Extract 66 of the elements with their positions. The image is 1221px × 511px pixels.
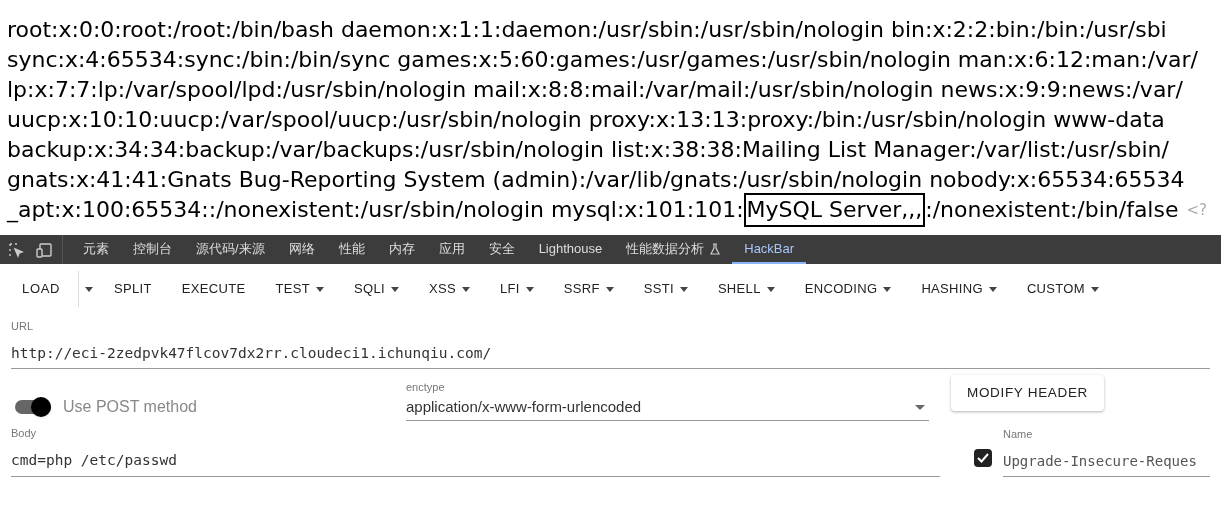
toolbar-menu-button[interactable]: LFI [484, 271, 549, 307]
caret-icon [85, 286, 93, 292]
url-value: http://eci-2zedpvk47flcov7dx2rr.cloudeci1.ichunqiu.com/ [11, 343, 493, 363]
toolbar-button[interactable]: EXECUTE [166, 271, 261, 307]
devtools-tab[interactable]: 内存 [376, 235, 427, 264]
inspect-icon[interactable] [8, 241, 24, 258]
devtools-tab[interactable]: 性能 [326, 235, 377, 264]
caret-icon [988, 286, 997, 292]
toolbar-menu-button[interactable]: CUSTOM [1011, 271, 1114, 307]
toolbar-menu-button[interactable]: ENCODING [789, 271, 907, 307]
toolbar-button[interactable]: SPLIT [99, 271, 167, 307]
caret-icon [390, 286, 399, 292]
caret-icon [605, 286, 614, 292]
device-icon[interactable] [36, 241, 54, 258]
devtools-tab[interactable]: 安全 [476, 235, 527, 264]
devtools-tab[interactable]: 控制台 [121, 235, 184, 264]
devtools-tab[interactable]: 元素 [71, 235, 121, 264]
body-label: Body [11, 426, 38, 442]
passwd-line: uucp:x:10:10:uucp:/var/spool/uucp:/usr/sbin/nologin proxy:x:13:13:proxy:/bin:/usr/sbin/nologin www-data [7, 106, 1165, 134]
devtools-tab[interactable]: Lighthouse [526, 235, 615, 264]
header-name-label: Name [1003, 427, 1034, 442]
devtools-tab[interactable]: 源代码/来源 [184, 235, 277, 264]
passwd-line: sync:x:4:65534:sync:/bin:/bin/sync games:x:5:60:games:/usr/games:/usr/sbin/nologin man:x:6:12:man:/var/ [7, 46, 1198, 74]
enctype-label: enctype [406, 380, 446, 396]
load-button[interactable]: LOAD [4, 271, 78, 307]
devtools-tab[interactable]: 应用 [426, 235, 477, 264]
passwd-line: root:x:0:0:root:/root:/bin/bash daemon:x:1:1:daemon:/usr/sbin:/usr/sbin/nologin bin:x:2:2:bin:/bin:/usr/sbi [7, 16, 1167, 44]
passwd-line: backup:x:34:34:backup:/var/backups:/usr/sbin/nologin list:x:38:38:Mailing List Manager:/var/list:/usr/sbin/ [7, 136, 1169, 164]
toolbar-menu-button[interactable]: SHELL [702, 271, 790, 307]
enctype-select[interactable]: enctype application/x-www-form-urlencoded [406, 379, 929, 422]
passwd-line: lp:x:7:7:lp:/var/spool/lpd:/usr/sbin/nologin mail:x:8:8:mail:/var/mail:/usr/sbin/nologin news:x:9:9:news:/var/ [7, 76, 1183, 104]
caret-icon [525, 286, 534, 292]
passwd-line: _apt:x:100:65534::/nonexistent:/usr/sbin/nologin mysql:x:101:101: [7, 196, 744, 225]
dropdown-caret-icon [915, 404, 925, 410]
post-toggle[interactable] [15, 400, 51, 415]
url-field[interactable]: URL http://eci-2zedpvk47flcov7dx2rr.cloudeci1.ichunqiu.com/ [11, 318, 1210, 370]
caret-icon [679, 286, 688, 292]
header-checkbox[interactable] [974, 448, 992, 467]
devtools-tab[interactable]: HackBar [732, 235, 807, 264]
body-value: cmd=php /etc/passwd [11, 450, 178, 470]
body-field[interactable]: Body cmd=php /etc/passwd [11, 425, 940, 477]
devtools-tab[interactable]: 性能数据分析 [614, 235, 733, 264]
passwd-line: :/nonexistent:/bin/false [925, 196, 1179, 224]
header-name-field[interactable]: Name Upgrade-Insecure-Reques [1003, 426, 1210, 477]
toolbar-menu-button[interactable]: SSTI [628, 271, 703, 307]
modify-header-button[interactable]: MODIFY HEADER [951, 375, 1105, 412]
devtools-tab[interactable]: 网络 [276, 235, 327, 264]
check-icon [977, 452, 989, 463]
header-name-value: Upgrade-Insecure-Reques [1003, 451, 1197, 471]
passwd-line: gnats:x:41:41:Gnats Bug-Reporting System (admin):/var/lib/gnats:/usr/sbin/nologin nobody:x:65534:65534 [7, 166, 1185, 194]
caret-icon [883, 286, 892, 292]
toolbar-menu-button[interactable]: SSRF [548, 271, 629, 307]
toolbar-menu-button[interactable]: TEST [260, 271, 339, 307]
toolbar-menu-button[interactable]: XSS [413, 271, 485, 307]
toolbar-menu-button[interactable]: SQLI [339, 271, 414, 307]
highlighted-text: MySQL Server,,, [743, 193, 926, 227]
url-label: URL [11, 319, 34, 334]
toolbar-menu-button[interactable]: HASHING [906, 271, 1012, 307]
caret-icon [766, 286, 775, 292]
post-toggle-label: Use POST method [63, 397, 197, 418]
flask-icon [710, 242, 721, 255]
enctype-value: application/x-www-form-urlencoded [406, 396, 642, 417]
caret-icon [1090, 286, 1099, 292]
source-code-text: <? [1186, 200, 1207, 221]
caret-icon [316, 286, 324, 292]
caret-icon [461, 286, 470, 292]
